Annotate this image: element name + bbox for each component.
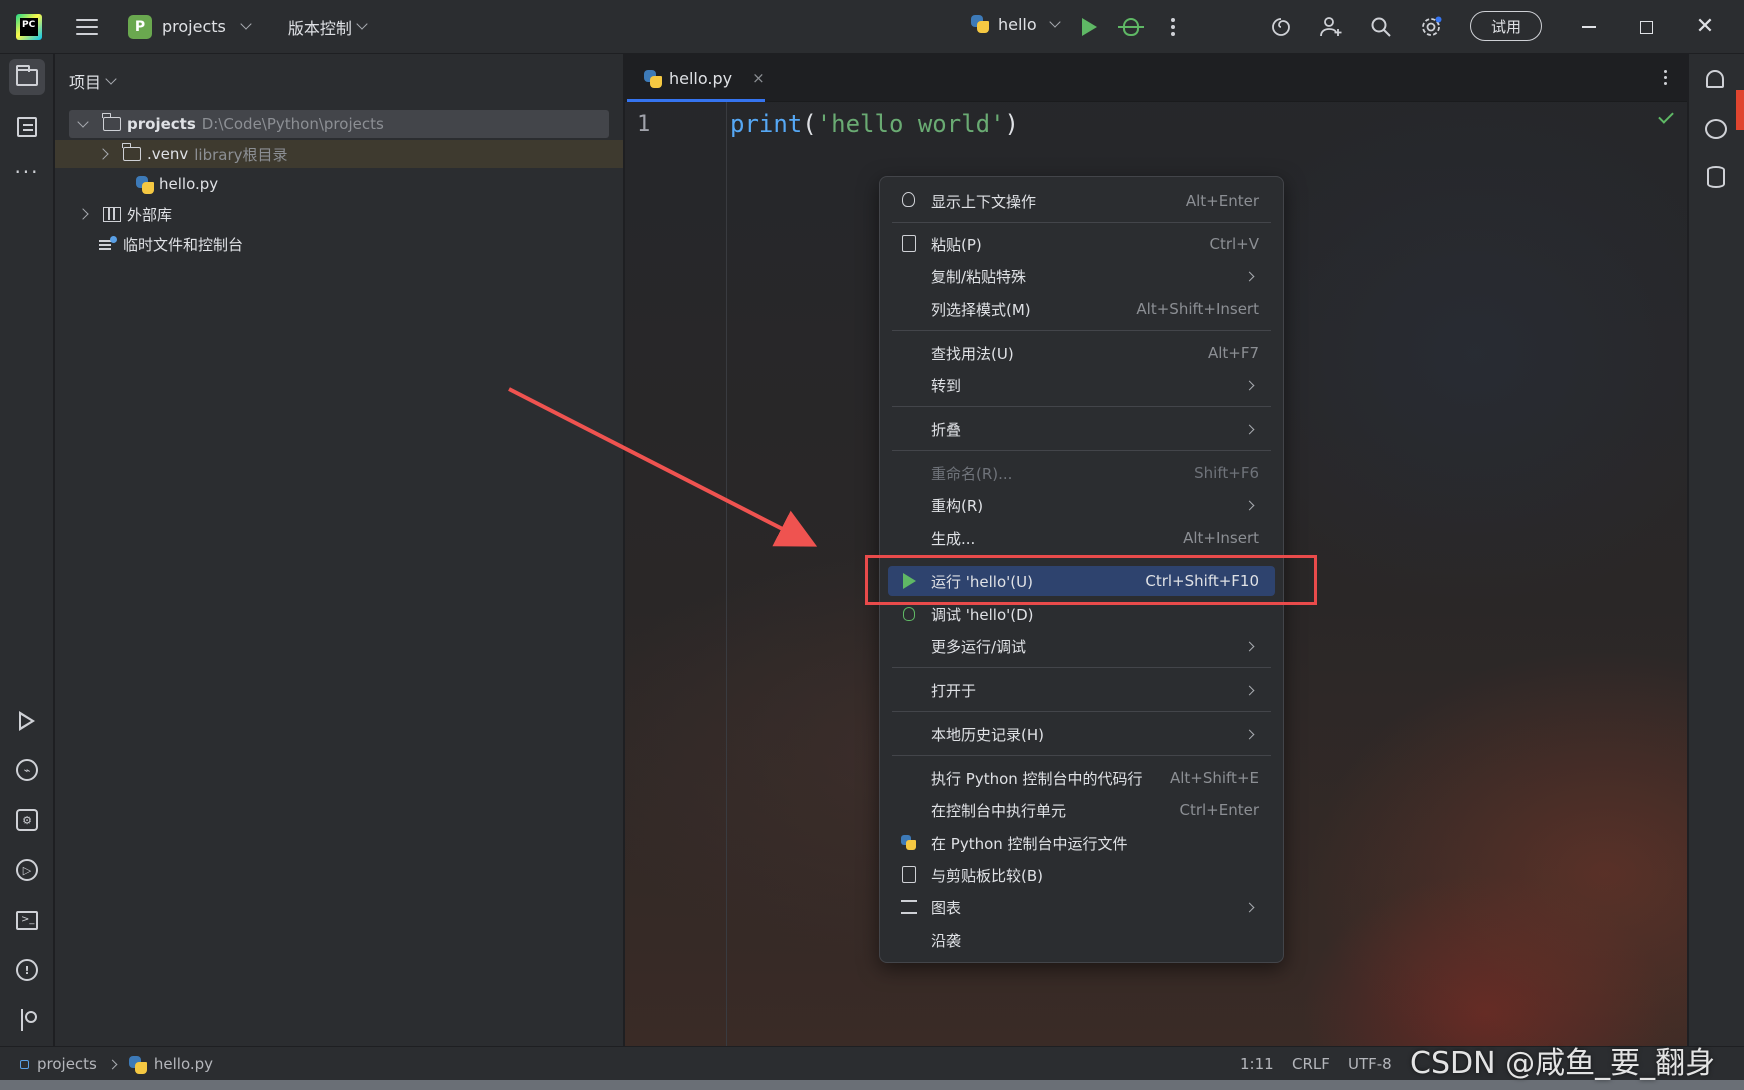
file-encoding[interactable]: UTF-8 — [1348, 1055, 1392, 1073]
csdn-watermark: CSDN @咸鱼_要_翻身 — [1410, 1046, 1716, 1081]
cursor-position[interactable]: 1:11 — [1240, 1055, 1274, 1073]
chevron-right-icon — [107, 1059, 118, 1069]
project-icon — [20, 1059, 29, 1069]
breadcrumb-file[interactable]: hello.py — [154, 1055, 213, 1073]
line-separator[interactable]: CRLF — [1292, 1055, 1330, 1073]
annotation-highlight-box — [865, 555, 1317, 605]
annotation-arrow — [508, 387, 818, 547]
breadcrumb: projects hello.py — [20, 1055, 213, 1074]
breadcrumb-project[interactable]: projects — [37, 1055, 97, 1073]
python-file-icon — [128, 1055, 147, 1074]
